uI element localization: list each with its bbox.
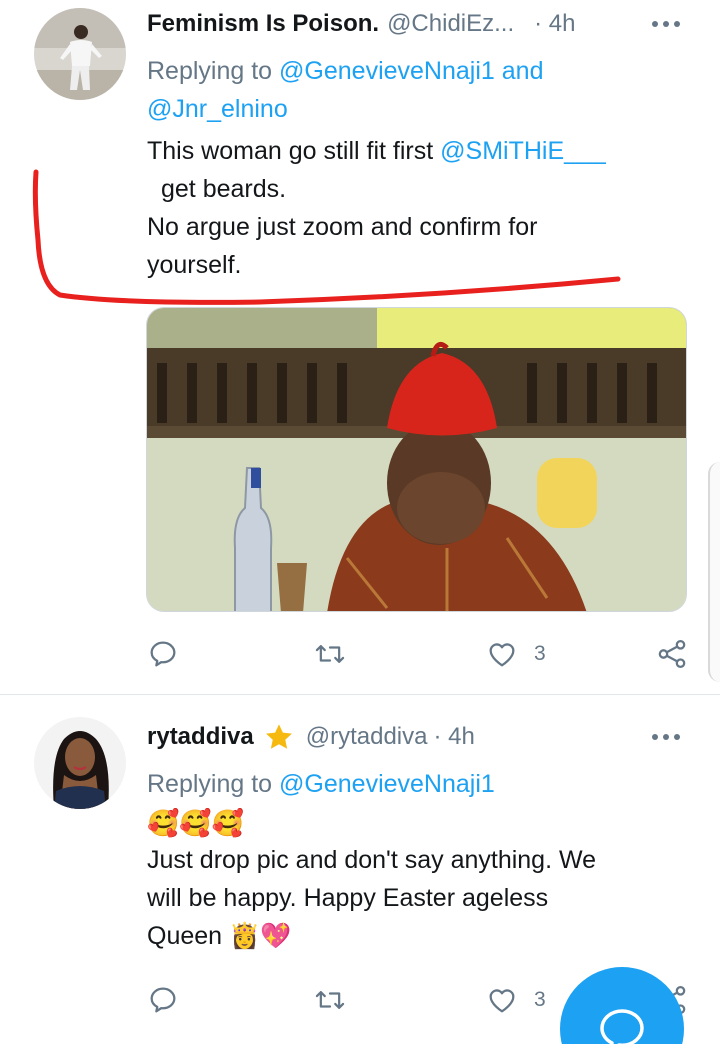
retweet-button[interactable] <box>313 632 347 676</box>
reply-context: Replying to @GenevieveNnaji1 and <box>147 52 543 90</box>
reply-button[interactable] <box>147 978 179 1022</box>
tweet-text-line: will be happy. Happy Easter ageless <box>147 884 549 912</box>
reply-icon <box>150 641 176 667</box>
text-span: This woman go still fit first <box>147 137 434 165</box>
like-button[interactable]: 3 <box>486 978 546 1022</box>
tweet-text-line: Queen 👸💖 <box>147 917 596 955</box>
tweet-text-line: yourself. <box>147 251 242 279</box>
reply-and: and <box>501 57 544 85</box>
share-button[interactable] <box>655 632 689 676</box>
tweet-1[interactable]: Feminism Is Poison. @ChidiEz... · 4h Rep… <box>0 0 720 694</box>
star-icon <box>265 724 292 749</box>
more-dots-icon[interactable] <box>646 719 686 755</box>
tweet-text-line: get beards. <box>161 175 287 203</box>
like-button[interactable]: 3 <box>486 632 546 676</box>
tweet-text-line: This woman go still fit first @SMiTHiE__… <box>147 132 606 170</box>
like-count: 3 <box>534 988 546 1011</box>
tweet-text: This woman go still fit first @SMiTHiE__… <box>147 132 606 284</box>
reply-context-line-2: @Jnr_elnino <box>147 90 288 128</box>
mention-link[interactable]: @Jnr_elnino <box>147 95 288 123</box>
tweet-media-image[interactable] <box>146 307 687 612</box>
reply-icon <box>150 987 176 1013</box>
reply-context: Replying to @GenevieveNnaji1 <box>147 765 495 803</box>
more-dots-icon[interactable] <box>646 6 686 42</box>
tweet-header: Feminism Is Poison. @ChidiEz... · 4h <box>147 6 702 42</box>
reply-prefix: Replying to <box>147 57 273 85</box>
reply-button[interactable] <box>147 632 179 676</box>
emoji-span: 👸💖 <box>229 922 292 950</box>
retweet-icon <box>315 991 345 1009</box>
retweet-icon <box>315 645 345 663</box>
tweet-text: 🥰🥰🥰 Just drop pic and don't say anything… <box>147 805 596 955</box>
compose-icon <box>600 1009 644 1044</box>
like-count: 3 <box>534 642 546 665</box>
avatar[interactable] <box>34 8 126 100</box>
heart-icon <box>489 643 515 667</box>
share-icon <box>658 639 686 669</box>
heart-icon <box>489 989 515 1013</box>
mention-link[interactable]: @SMiTHiE___ <box>440 137 606 165</box>
avatar[interactable] <box>34 717 126 809</box>
emoji-line: 🥰🥰🥰 <box>147 808 245 838</box>
reply-prefix: Replying to <box>147 770 273 798</box>
text-span: Queen <box>147 922 223 950</box>
timestamp: · 4h <box>433 723 475 750</box>
user-handle[interactable]: @ChidiEz... <box>387 10 514 38</box>
tweet-text-line: No argue just zoom and confirm for <box>147 213 538 241</box>
mention-link[interactable]: @GenevieveNnaji1 <box>279 770 495 798</box>
tweet-header: rytaddiva @rytaddiva · 4h <box>147 719 702 755</box>
tweet-actions: 3 <box>147 632 692 676</box>
retweet-button[interactable] <box>313 978 347 1022</box>
display-name[interactable]: rytaddiva <box>147 723 254 751</box>
timestamp: · 4h <box>534 10 576 37</box>
display-name[interactable]: Feminism Is Poison. <box>147 10 379 38</box>
user-handle[interactable]: @rytaddiva <box>306 723 428 751</box>
scroll-handle[interactable] <box>708 462 720 682</box>
tweet-text-line: Just drop pic and don't say anything. We <box>147 846 597 874</box>
mention-link[interactable]: @GenevieveNnaji1 <box>279 57 495 85</box>
compose-button[interactable] <box>560 967 684 1044</box>
